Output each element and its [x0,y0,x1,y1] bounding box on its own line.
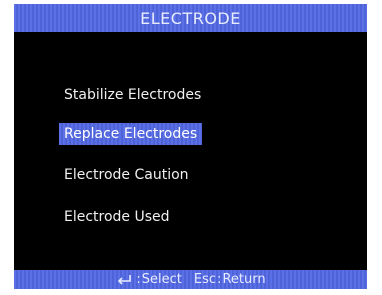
return-label: Return [222,272,266,287]
menu-item-label: Stabilize Electrodes [64,87,202,103]
select-label: Select [141,272,182,287]
select-separator: : [136,272,141,287]
enter-key-icon [118,274,132,285]
lcd-screen: ELECTRODE Stabilize Electrodes Replace E… [14,4,367,289]
electrode-menu: Stabilize Electrodes Replace Electrodes … [14,4,367,289]
menu-item-label: Electrode Used [64,209,170,225]
menu-item-electrode-caution[interactable]: Electrode Caution [64,164,189,186]
device-bezel: ELECTRODE Stabilize Electrodes Replace E… [0,0,382,295]
status-bar: : Select Esc : Return [14,270,367,289]
menu-item-stabilize-electrodes[interactable]: Stabilize Electrodes [64,84,201,106]
menu-item-replace-electrodes[interactable]: Replace Electrodes [59,123,203,145]
menu-item-electrode-used[interactable]: Electrode Used [64,206,170,228]
return-separator: : [217,272,222,287]
menu-item-label: Electrode Caution [64,167,189,183]
select-hint: : Select [115,272,182,287]
menu-item-label: Replace Electrodes [64,126,198,142]
return-hint: Esc : Return [194,272,266,287]
esc-key-label: Esc [193,272,217,287]
